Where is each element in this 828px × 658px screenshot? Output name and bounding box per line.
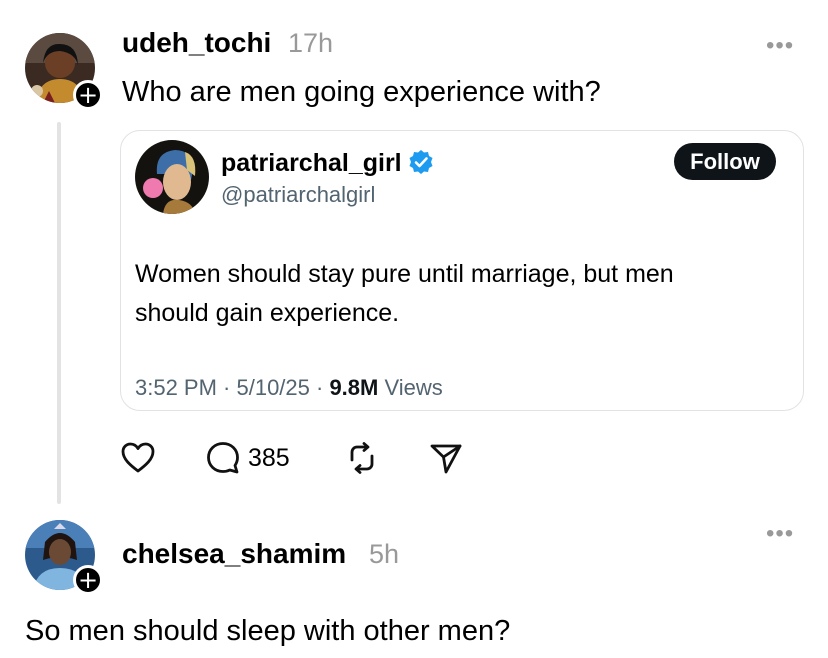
quoted-post-card[interactable]: patriarchal_girl @patriarchalgirl Follow… xyxy=(120,130,804,411)
post-username[interactable]: chelsea_shamim xyxy=(122,538,346,570)
thread-line xyxy=(57,122,61,504)
views-label: Views xyxy=(378,375,443,400)
repost-icon xyxy=(350,442,374,474)
follow-plus-icon[interactable]: + xyxy=(73,565,103,595)
more-icon[interactable]: ••• xyxy=(766,520,794,548)
share-button[interactable] xyxy=(428,440,464,476)
views-count: 9.8M xyxy=(329,375,379,400)
quoted-timestamp: 3:52 PM · 5/10/25 · xyxy=(135,375,330,400)
comment-icon xyxy=(207,442,239,474)
post-text: So men should sleep with other men? xyxy=(25,615,511,647)
more-icon[interactable]: ••• xyxy=(766,32,794,60)
like-button[interactable] xyxy=(120,440,156,476)
quoted-avatar[interactable] xyxy=(135,140,209,214)
post-time: 5h xyxy=(369,539,400,569)
quoted-handle[interactable]: @patriarchalgirl xyxy=(221,182,375,208)
post-time: 17h xyxy=(288,28,334,58)
quoted-meta: 3:52 PM · 5/10/25 · 9.8M Views xyxy=(135,375,443,401)
repost-button[interactable] xyxy=(344,440,380,476)
quoted-text-line-2: should gain experience. xyxy=(135,299,400,327)
comment-count: 385 xyxy=(248,443,290,472)
comment-button[interactable]: 385 xyxy=(205,440,290,476)
quoted-text-line-1: Women should stay pure until marriage, b… xyxy=(135,260,674,288)
quoted-display-name[interactable]: patriarchal_girl xyxy=(221,149,402,178)
post-text: Who are men going experience with? xyxy=(122,76,601,108)
share-icon xyxy=(430,444,462,474)
verified-icon xyxy=(409,150,433,174)
post-username[interactable]: udeh_tochi xyxy=(122,27,271,59)
follow-button[interactable]: Follow xyxy=(674,143,776,180)
heart-icon xyxy=(121,442,155,473)
follow-plus-icon[interactable]: + xyxy=(73,80,103,110)
